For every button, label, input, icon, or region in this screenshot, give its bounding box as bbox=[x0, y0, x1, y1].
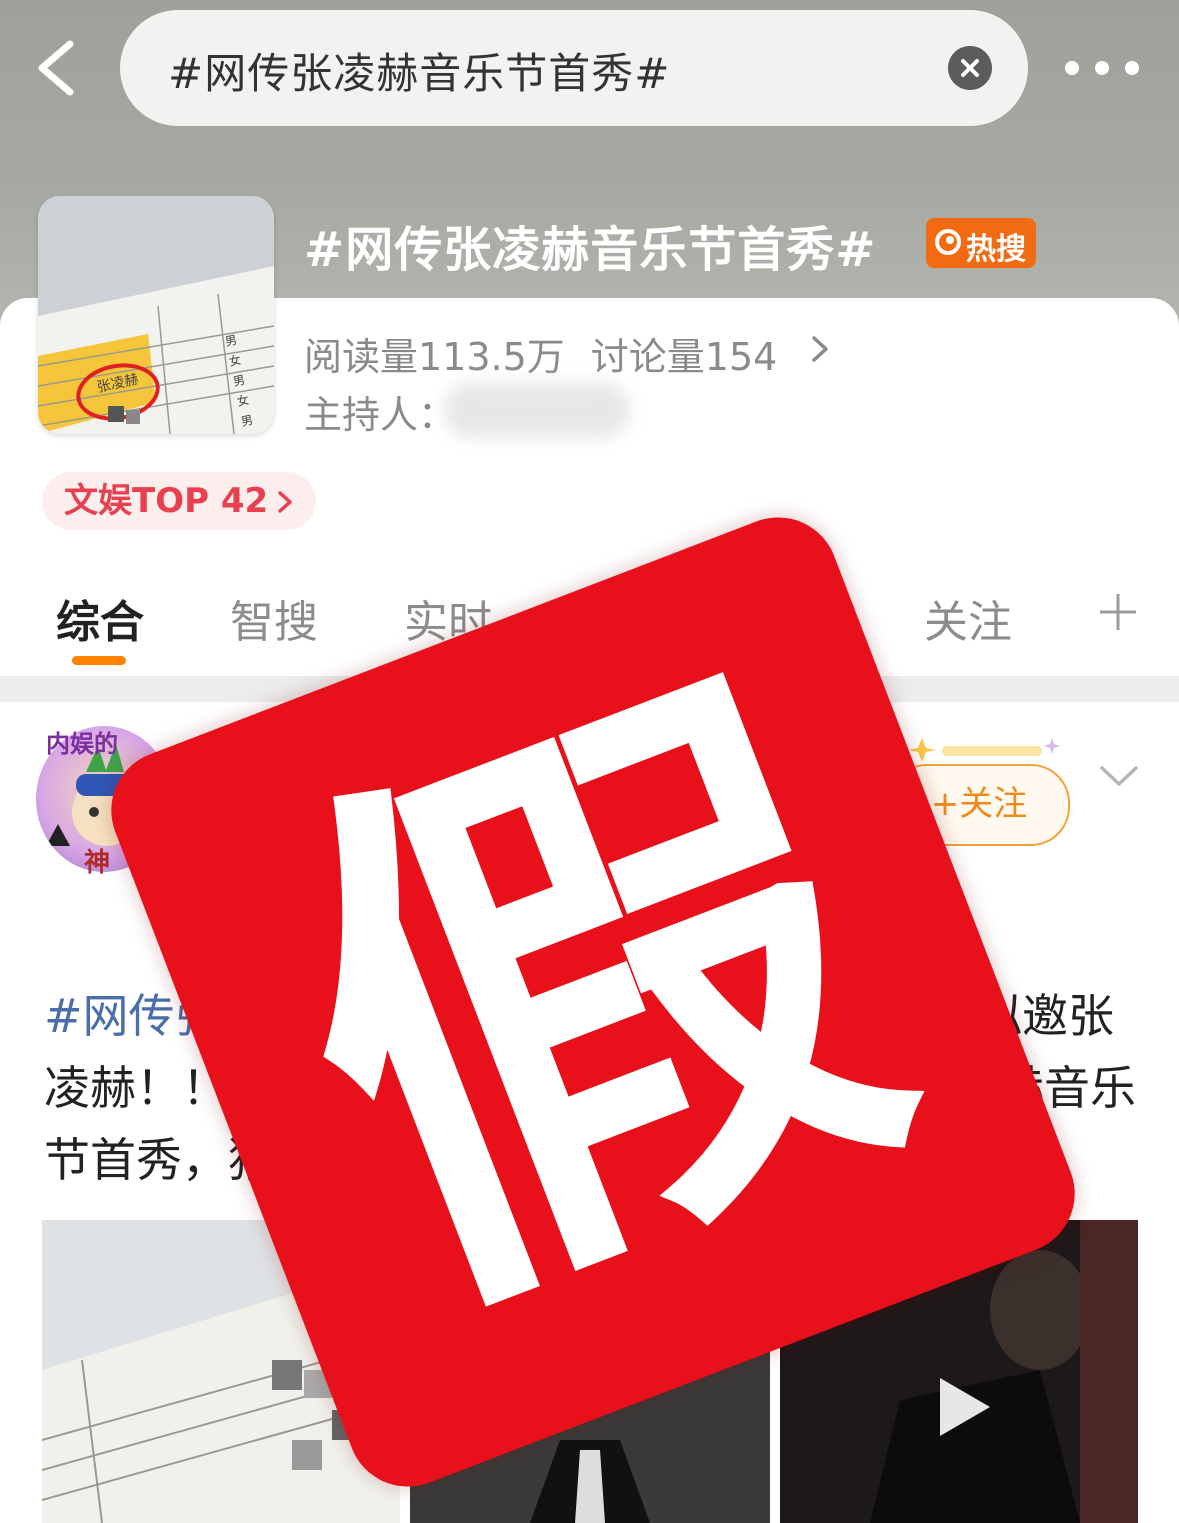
ranking-badge[interactable]: 文娱TOP 42 bbox=[42, 472, 317, 530]
active-tab-indicator bbox=[72, 656, 126, 665]
search-bar[interactable]: #网传张凌赫音乐节首秀# bbox=[120, 10, 1028, 126]
sparkle-decoration-icon bbox=[908, 738, 1060, 762]
host-name-blurred[interactable] bbox=[444, 382, 630, 438]
play-icon[interactable] bbox=[926, 1372, 996, 1442]
avatar-badge-bottom: 神 bbox=[84, 848, 111, 878]
hot-search-badge[interactable]: 热搜 bbox=[926, 218, 1036, 268]
tab-following[interactable]: 关注 bbox=[924, 586, 1012, 650]
back-arrow-icon[interactable] bbox=[30, 38, 86, 98]
chevron-right-icon[interactable] bbox=[810, 334, 830, 364]
tab-comprehensive[interactable]: 综合 bbox=[56, 586, 144, 650]
topic-title: #网传张凌赫音乐节首秀# bbox=[304, 222, 877, 278]
avatar-badge-top: 内娱的 bbox=[46, 730, 118, 758]
discuss-count: 讨论量154 bbox=[590, 335, 778, 379]
hot-search-label: 热搜 bbox=[966, 232, 1026, 267]
ranking-label: 文娱TOP 42 bbox=[64, 481, 269, 521]
thumbnail-table-image: 张凌赫 男 女 男 女 男 bbox=[38, 196, 274, 434]
chevron-down-icon[interactable] bbox=[1098, 764, 1140, 790]
hot-search-icon bbox=[935, 229, 961, 255]
read-count: 阅读量113.5万 bbox=[304, 335, 565, 379]
add-tab-icon[interactable] bbox=[1096, 590, 1140, 634]
host-label: 主持人： bbox=[304, 393, 457, 437]
more-options-icon[interactable] bbox=[1062, 56, 1142, 80]
chevron-right-icon bbox=[278, 491, 292, 513]
search-input[interactable]: #网传张凌赫音乐节首秀# bbox=[168, 40, 670, 101]
topic-stats[interactable]: 阅读量113.5万 讨论量154 bbox=[304, 326, 803, 381]
topic-thumbnail[interactable]: 张凌赫 男 女 男 女 男 bbox=[38, 196, 274, 434]
clear-icon[interactable] bbox=[948, 46, 992, 90]
tab-smart-search[interactable]: 智搜 bbox=[230, 586, 318, 650]
